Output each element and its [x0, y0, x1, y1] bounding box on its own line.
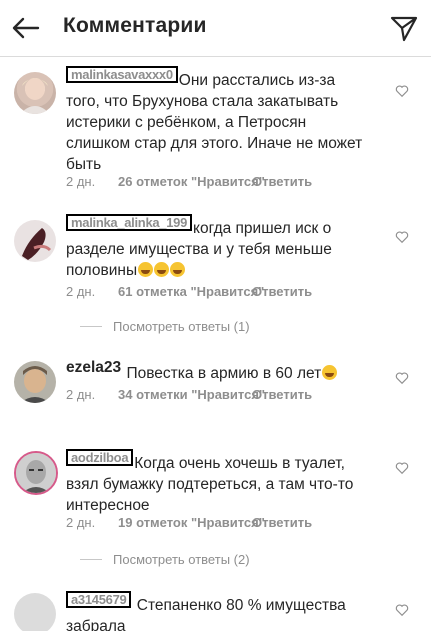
comment-time: 2 дн.	[66, 387, 96, 402]
view-replies-button[interactable]: Посмотреть ответы (2)	[80, 552, 250, 567]
avatar[interactable]	[14, 72, 56, 114]
comment-item: a3145679 Степаненко 80 % имущества забра…	[0, 589, 431, 631]
view-replies-label: Посмотреть ответы (2)	[113, 552, 250, 567]
header-bar: Комментарии	[0, 0, 431, 57]
like-heart-icon[interactable]	[395, 461, 409, 475]
comment-username[interactable]: ezela23	[66, 357, 121, 378]
comment-text-block: a3145679 Степаненко 80 % имущества забра…	[66, 591, 366, 631]
comment-username[interactable]: malinka_alinka_199	[66, 214, 193, 231]
like-heart-icon[interactable]	[395, 603, 409, 617]
reply-button[interactable]: Ответить	[252, 284, 312, 299]
page-title: Комментарии	[63, 14, 207, 37]
comment-meta: 2 дн. 19 отметок "Нравится"Ответить	[66, 515, 312, 530]
comment-time: 2 дн.	[66, 174, 96, 189]
laughing-emoji-icon	[322, 365, 338, 380]
comment-time: 2 дн.	[66, 515, 96, 530]
back-arrow-icon[interactable]	[10, 12, 42, 44]
reply-button[interactable]: Ответить	[252, 387, 312, 402]
avatar[interactable]	[14, 361, 56, 403]
comment-item: malinkasavaxxx0 Они расстались из-за того…	[0, 66, 431, 191]
comment-time: 2 дн.	[66, 284, 96, 299]
comment-likes[interactable]: 61 отметка "Нравится"	[118, 284, 264, 299]
comment-item: aodzilboa Когда очень хочешь в туалет, вз…	[0, 449, 431, 574]
comment-text-block: malinkasavaxxx0 Они расстались из-за того…	[66, 66, 366, 175]
avatar[interactable]	[14, 451, 58, 495]
laughing-emoji-icon	[154, 262, 170, 277]
comment-meta: 2 дн. 26 отметок "Нравится"Ответить	[66, 174, 312, 189]
comment-username[interactable]: malinkasavaxxx0	[66, 66, 178, 83]
comment-likes[interactable]: 19 отметок "Нравится"	[118, 515, 265, 530]
view-replies-label: Посмотреть ответы (1)	[113, 319, 250, 334]
avatar[interactable]	[14, 593, 56, 631]
comment-text: Повестка в армию в 60 лет	[126, 365, 322, 382]
comment-likes[interactable]: 34 отметки "Нравится"	[118, 387, 265, 402]
replies-divider	[80, 559, 102, 560]
comment-meta: 2 дн. 34 отметки "Нравится"Ответить	[66, 387, 312, 402]
view-replies-button[interactable]: Посмотреть ответы (1)	[80, 319, 250, 334]
replies-divider	[80, 326, 102, 327]
like-heart-icon[interactable]	[395, 84, 409, 98]
comment-likes[interactable]: 26 отметок "Нравится"	[118, 174, 265, 189]
comment-text-block: malinka_alinka_199 когда пришел иск о раз…	[66, 214, 366, 281]
comment-username[interactable]: aodzilboa	[66, 449, 134, 466]
comment-text-block: ezela23 Повестка в армию в 60 лет	[66, 357, 396, 384]
like-heart-icon[interactable]	[395, 230, 409, 244]
comment-meta: 2 дн. 61 отметка "Нравится"Ответить	[66, 284, 312, 299]
laughing-emoji-icon	[170, 262, 186, 277]
laughing-emoji-icon	[138, 262, 154, 277]
avatar[interactable]	[14, 220, 56, 262]
reply-button[interactable]: Ответить	[252, 174, 312, 189]
comment-username[interactable]: a3145679	[66, 591, 132, 608]
comment-text-block: aodzilboa Когда очень хочешь в туалет, вз…	[66, 449, 366, 516]
like-heart-icon[interactable]	[395, 371, 409, 385]
reply-button[interactable]: Ответить	[252, 515, 312, 530]
direct-send-icon[interactable]	[389, 13, 419, 43]
comment-item: malinka_alinka_199 когда пришел иск о раз…	[0, 214, 431, 339]
comment-item: ezela23 Повестка в армию в 60 лет 2 дн. 3…	[0, 357, 431, 417]
comment-text: Они расстались из-за того, что Брухунова…	[66, 72, 363, 173]
